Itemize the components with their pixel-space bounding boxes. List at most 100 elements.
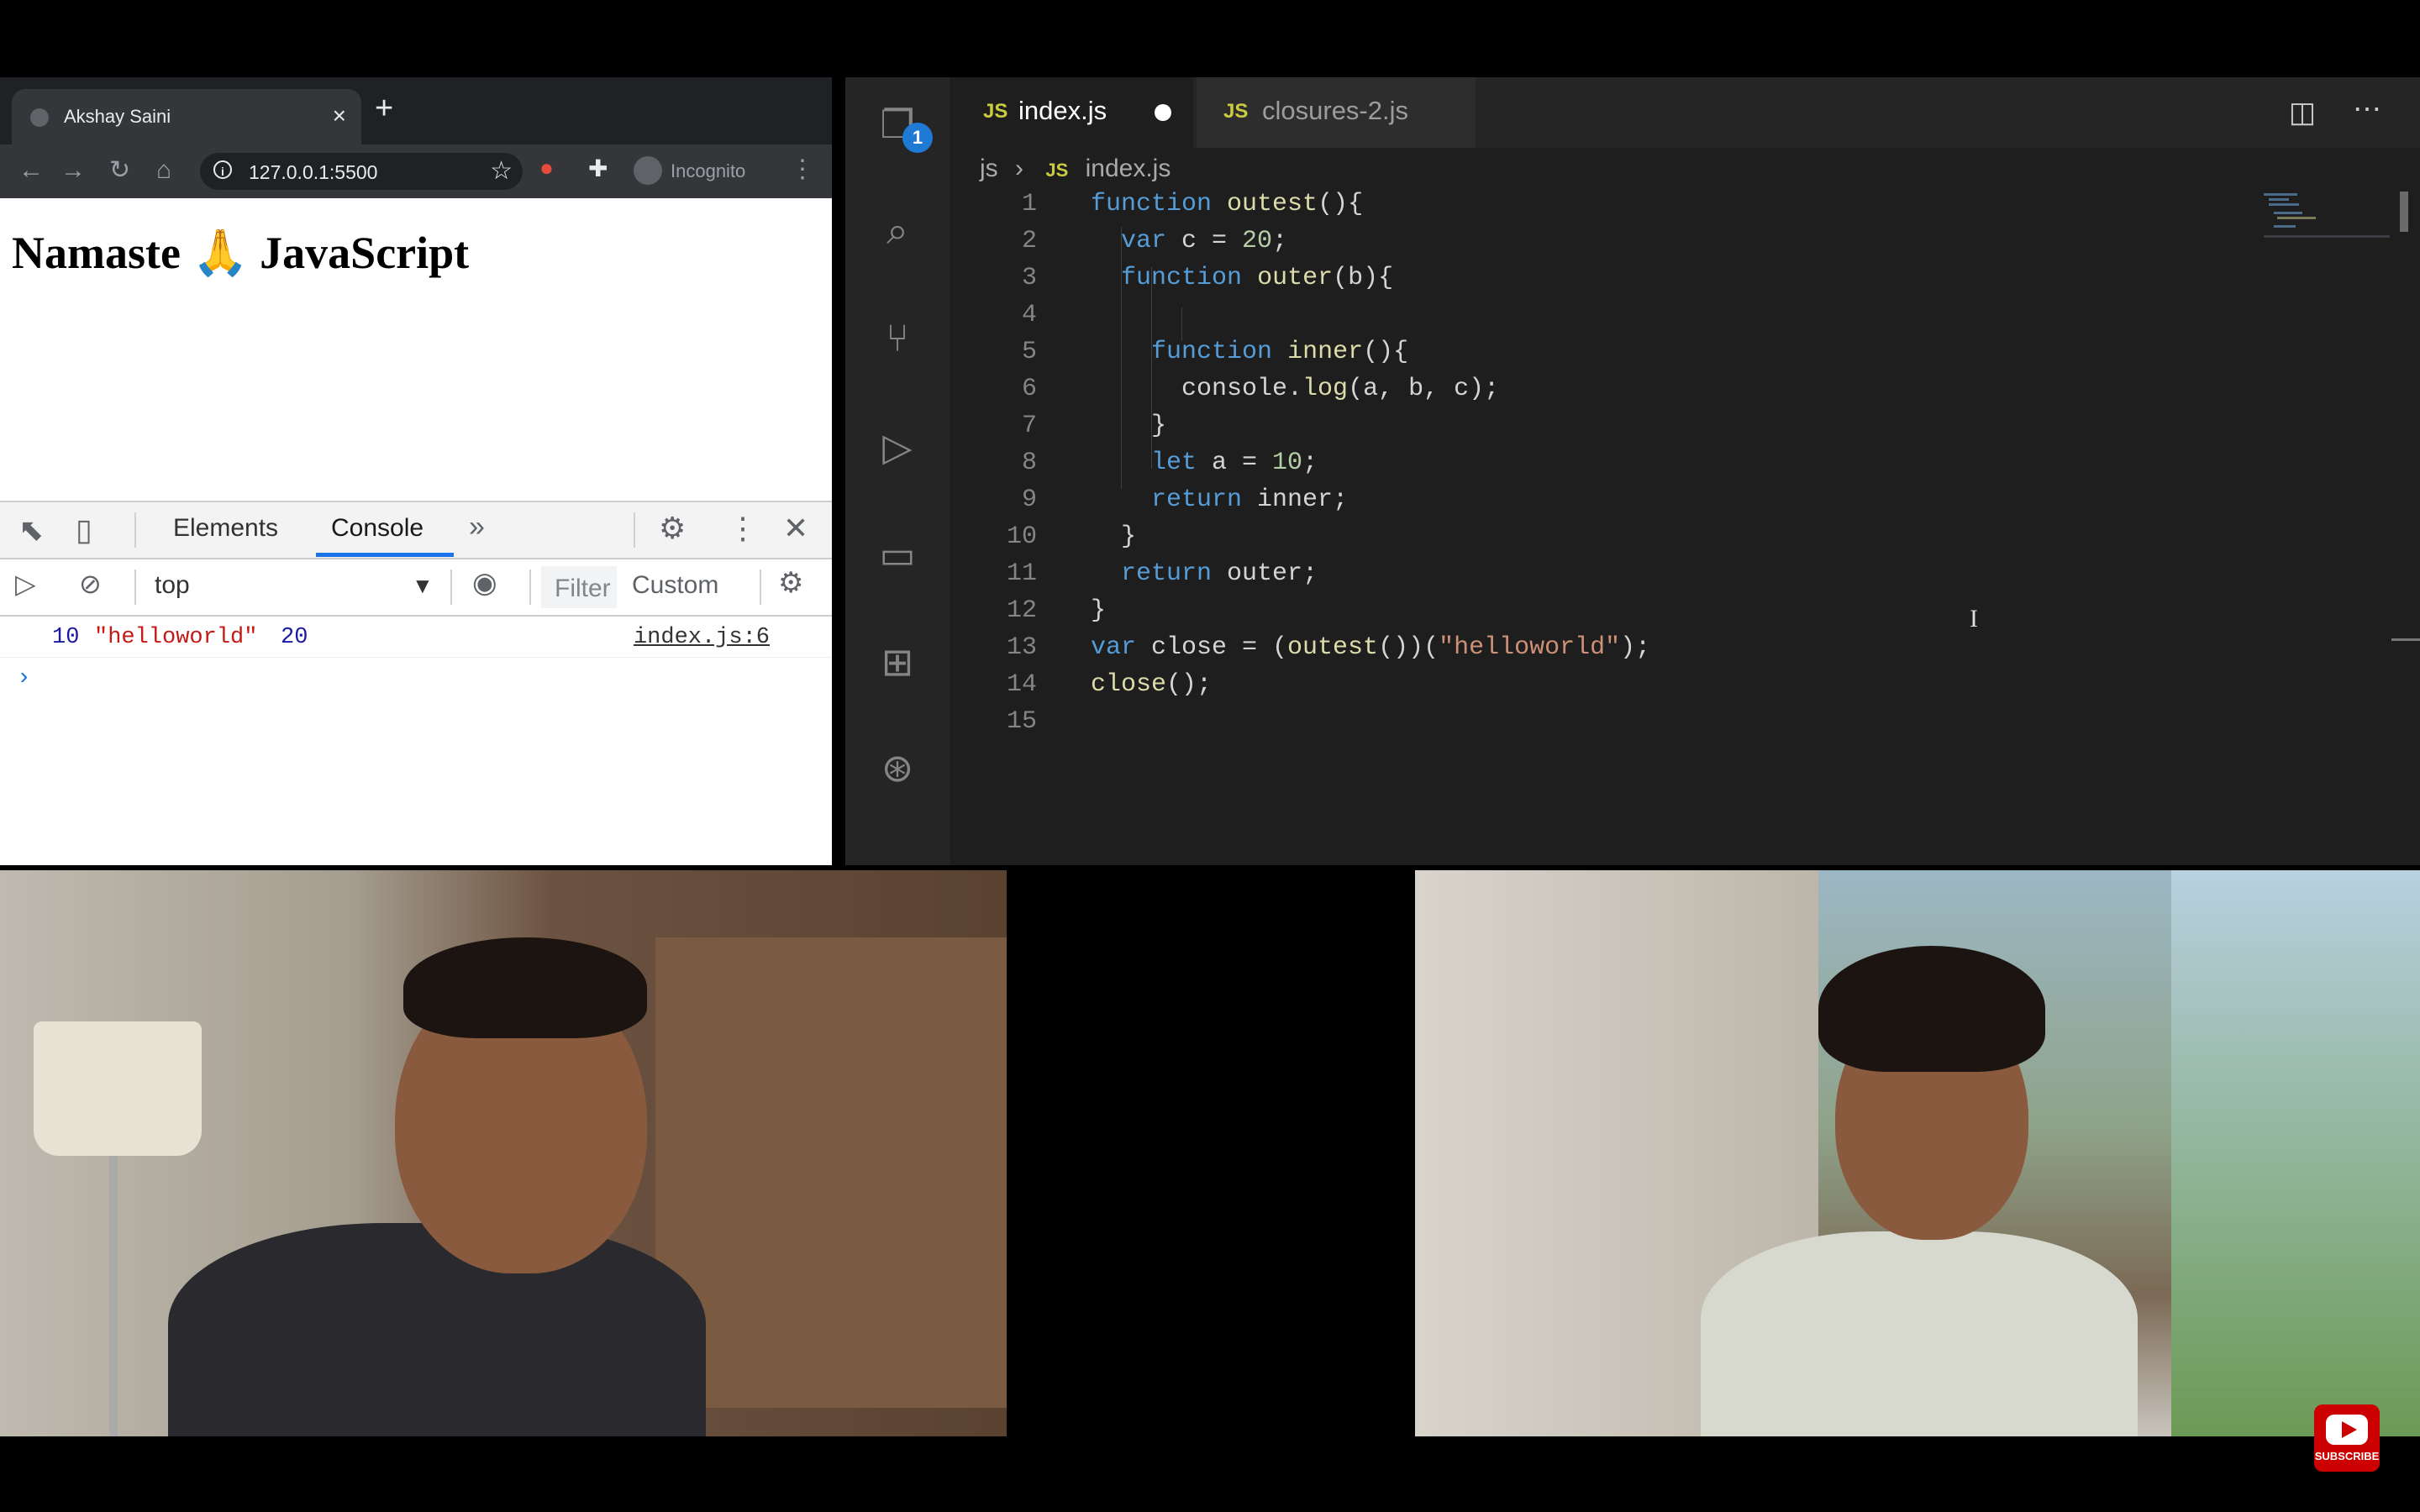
code-line: } bbox=[1091, 412, 1167, 440]
clear-console-icon[interactable]: ⊘ bbox=[79, 568, 102, 600]
devtools-tabbar: ⬉ ▯ Elements Console » ⚙ ⋮ ✕ bbox=[0, 502, 832, 559]
code-line: } bbox=[1091, 522, 1137, 551]
line-number: 15 bbox=[1006, 707, 1037, 736]
active-tab-indicator bbox=[316, 553, 454, 557]
minimap[interactable] bbox=[2264, 192, 2390, 242]
sidebar-toggle-icon[interactable]: ▷ bbox=[15, 568, 36, 600]
lamp-shade bbox=[34, 1021, 202, 1156]
line-number: 2 bbox=[1021, 227, 1037, 255]
browser-toolbar: ← → ↻ ⌂ i 127.0.0.1:5500 ☆ ● ✚ Incognito… bbox=[0, 144, 832, 198]
activity-bar: ❐ 1 ⌕ ⑂ ▷ ▭ ⊞ ⊛ bbox=[845, 77, 950, 865]
git-graph-icon[interactable]: ⊛ bbox=[872, 743, 923, 793]
devtools-panel: ⬉ ▯ Elements Console » ⚙ ⋮ ✕ ▷ ⊘ top ▼ ◉… bbox=[0, 501, 832, 865]
log-value-number: 20 bbox=[281, 625, 308, 650]
browser-window: Akshay Saini × + ← → ↻ ⌂ i 127.0.0.1:550… bbox=[0, 77, 832, 865]
close-tab-icon[interactable]: × bbox=[333, 102, 346, 129]
reload-icon[interactable]: ↻ bbox=[109, 156, 130, 185]
separator bbox=[634, 512, 635, 548]
lamp-pole bbox=[109, 1156, 118, 1436]
line-number: 7 bbox=[1021, 412, 1037, 440]
bookmark-star-icon[interactable]: ☆ bbox=[490, 156, 513, 186]
code-line: console.log(a, b, c); bbox=[1091, 375, 1500, 403]
log-value-string: "helloworld" bbox=[94, 625, 258, 650]
cabinet bbox=[655, 937, 1007, 1408]
editor-tabbar: JS index.js JS closures-2.js ◫ ⋯ bbox=[950, 77, 2420, 148]
log-value-number: 10 bbox=[52, 625, 80, 650]
device-toolbar-icon[interactable]: ▯ bbox=[76, 512, 92, 548]
console-toolbar: ▷ ⊘ top ▼ ◉ Filter Custom ⚙ bbox=[0, 559, 832, 617]
browser-tabstrip: Akshay Saini × + bbox=[0, 77, 832, 144]
browser-menu-icon[interactable]: ⋮ bbox=[790, 155, 815, 184]
js-file-icon: JS bbox=[1223, 100, 1249, 123]
inspect-element-icon[interactable]: ⬉ bbox=[18, 512, 44, 548]
unsaved-dot-icon[interactable] bbox=[1155, 104, 1171, 121]
console-settings-gear-icon[interactable]: ⚙ bbox=[778, 566, 803, 600]
subscribe-label: SUBSCRIBE bbox=[2314, 1450, 2380, 1462]
editor-scrollbar[interactable] bbox=[2400, 192, 2408, 232]
split-editor-icon[interactable]: ◫ bbox=[2289, 96, 2316, 129]
editor-tab-label: closures-2.js bbox=[1262, 96, 1408, 125]
address-bar[interactable]: i 127.0.0.1:5500 ☆ bbox=[200, 153, 523, 190]
more-actions-icon[interactable]: ⋯ bbox=[2353, 92, 2381, 126]
browser-tab[interactable]: Akshay Saini × bbox=[12, 89, 361, 144]
code-line: close(); bbox=[1091, 670, 1213, 699]
code-line: var c = 20; bbox=[1121, 227, 1288, 255]
code-editor[interactable]: 1 2 3 4 5 6 7 8 9 10 11 12 13 14 15 func… bbox=[950, 190, 2420, 865]
breadcrumb-file[interactable]: index.js bbox=[1086, 155, 1171, 182]
play-triangle-icon bbox=[2342, 1421, 2357, 1438]
line-number: 8 bbox=[1021, 449, 1037, 477]
extensions-icon[interactable]: ⊞ bbox=[872, 637, 923, 687]
run-debug-icon[interactable]: ▷ bbox=[872, 422, 923, 472]
line-number: 4 bbox=[1021, 301, 1037, 329]
close-devtools-icon[interactable]: ✕ bbox=[783, 511, 808, 546]
separator bbox=[134, 570, 136, 605]
chevron-right-icon: › bbox=[1015, 155, 1024, 182]
forward-icon[interactable]: → bbox=[60, 156, 86, 185]
address-url[interactable]: 127.0.0.1:5500 bbox=[249, 161, 377, 184]
extensions-puzzle-icon[interactable]: ✚ bbox=[588, 155, 608, 182]
source-control-icon[interactable]: ⑂ bbox=[872, 312, 923, 363]
breadcrumb: js › JS index.js bbox=[980, 155, 1171, 183]
settings-gear-icon[interactable]: ⚙ bbox=[659, 511, 686, 546]
breadcrumb-folder[interactable]: js bbox=[980, 155, 998, 182]
person-body bbox=[1701, 1231, 2138, 1436]
editor-tab-closures-2-js[interactable]: JS closures-2.js bbox=[1197, 77, 1476, 148]
separator bbox=[450, 570, 452, 605]
line-number: 5 bbox=[1021, 338, 1037, 366]
context-selector[interactable]: top bbox=[155, 571, 190, 600]
tab-console[interactable]: Console bbox=[331, 514, 424, 543]
webcam-feed-right bbox=[1415, 870, 2420, 1436]
new-tab-icon[interactable]: + bbox=[375, 92, 393, 124]
vscode-window: ❐ 1 ⌕ ⑂ ▷ ▭ ⊞ ⊛ JS index.js JS closures-… bbox=[845, 77, 2420, 865]
code-line: let a = 10; bbox=[1151, 449, 1318, 477]
text-cursor-icon: I bbox=[1970, 605, 1978, 633]
line-number: 13 bbox=[1006, 633, 1037, 662]
devtools-menu-icon[interactable]: ⋮ bbox=[728, 511, 758, 546]
code-line: } bbox=[1091, 596, 1107, 625]
console-log-entry: 10 "helloworld" 20 index.js:6 bbox=[0, 617, 832, 658]
console-filter-input[interactable]: Filter bbox=[541, 566, 617, 608]
line-number: 12 bbox=[1006, 596, 1037, 625]
remote-explorer-icon[interactable]: ▭ bbox=[872, 529, 923, 580]
editor-tab-label: index.js bbox=[1018, 96, 1107, 125]
line-number: 14 bbox=[1006, 670, 1037, 699]
home-icon[interactable]: ⌂ bbox=[156, 156, 171, 185]
youtube-subscribe-button[interactable]: SUBSCRIBE bbox=[2314, 1404, 2380, 1472]
back-icon[interactable]: ← bbox=[18, 156, 44, 185]
line-number: 11 bbox=[1006, 559, 1037, 588]
extension-icon[interactable]: ● bbox=[539, 155, 554, 181]
log-source-link[interactable]: index.js:6 bbox=[634, 625, 770, 650]
overview-ruler-mark bbox=[2391, 638, 2420, 641]
more-tabs-icon[interactable]: » bbox=[469, 511, 485, 543]
js-file-icon: JS bbox=[1045, 160, 1069, 181]
editor-tab-index-js[interactable]: JS index.js bbox=[950, 77, 1193, 148]
tab-elements[interactable]: Elements bbox=[173, 514, 278, 543]
site-info-icon[interactable]: i bbox=[213, 160, 232, 179]
search-icon[interactable]: ⌕ bbox=[872, 205, 923, 255]
person-body bbox=[168, 1223, 706, 1436]
indent-guide bbox=[1181, 307, 1182, 341]
log-levels-dropdown[interactable]: Custom bbox=[632, 571, 718, 600]
console-prompt-icon[interactable]: › bbox=[17, 665, 31, 691]
chevron-down-icon[interactable]: ▼ bbox=[412, 573, 434, 599]
live-expression-eye-icon[interactable]: ◉ bbox=[472, 566, 497, 600]
